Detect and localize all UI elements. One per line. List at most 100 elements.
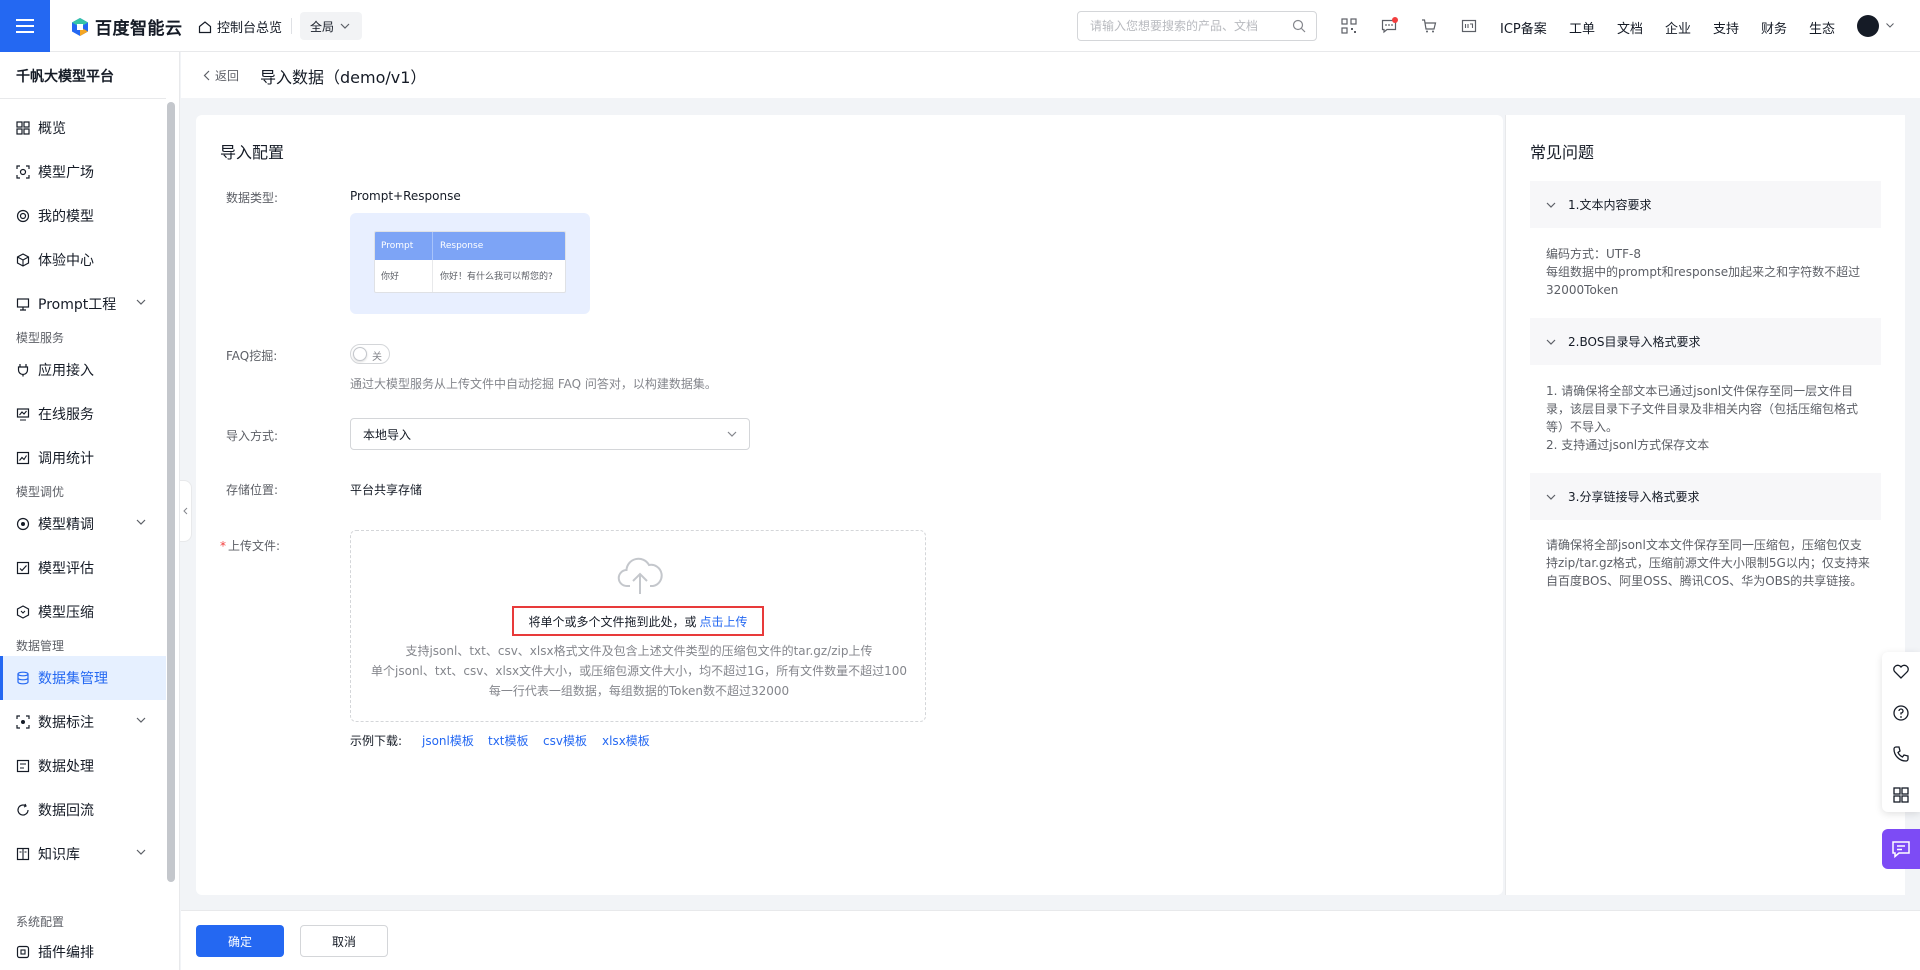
faq-line: 2. 支持通过jsonl方式保存文本 xyxy=(1546,438,1710,452)
sidebar-title: 千帆大模型平台 xyxy=(16,69,114,85)
section-title: 导入配置 xyxy=(220,143,285,162)
billing-icon[interactable] xyxy=(1459,16,1479,36)
nav-link-ecosystem[interactable]: 生态 xyxy=(1809,18,1835,37)
chevron-down-icon xyxy=(727,431,737,437)
annotate-icon xyxy=(16,715,30,729)
preview-head-prompt: Prompt xyxy=(375,232,433,260)
chevron-down-icon xyxy=(1546,339,1556,345)
nav-link-ticket[interactable]: 工单 xyxy=(1569,18,1595,37)
sidebar-item-online-service[interactable]: 在线服务 xyxy=(0,392,166,436)
sidebar-item-label: 体验中心 xyxy=(38,253,94,269)
file-upload-dropzone[interactable]: 将单个或多个文件拖到此处，或 点击上传 支持jsonl、txt、csv、xlsx格… xyxy=(350,530,926,722)
sidebar-item-model-square[interactable]: 模型广场 xyxy=(0,150,166,194)
sidebar-item-label: 模型压缩 xyxy=(38,605,94,621)
nav-link-docs[interactable]: 文档 xyxy=(1617,18,1643,37)
sidebar-item-app-access[interactable]: 应用接入 xyxy=(0,348,166,392)
sidebar-item-my-models[interactable]: 我的模型 xyxy=(0,194,166,238)
menu-button[interactable] xyxy=(0,0,50,52)
sidebar-item-dataset-management[interactable]: 数据集管理 xyxy=(0,656,166,700)
faq-mining-toggle[interactable]: 关 xyxy=(350,344,390,364)
faq-item-bos-format[interactable]: 2.BOS目录导入格式要求 xyxy=(1530,318,1881,365)
nav-divider xyxy=(291,18,292,34)
import-method-select[interactable]: 本地导入 xyxy=(350,418,750,450)
avatar-chevron-down-icon[interactable] xyxy=(1886,23,1894,28)
chevron-left-icon xyxy=(183,507,188,515)
hamburger-icon xyxy=(16,19,34,33)
sidebar-item-experience-center[interactable]: 体验中心 xyxy=(0,238,166,282)
faq-line: 每组数据中的prompt和response加起来之和字符数不超过 xyxy=(1546,265,1861,279)
chat-support-button[interactable] xyxy=(1882,829,1920,869)
sidebar-item-plugin-orchestration[interactable]: 插件编排 xyxy=(0,930,166,970)
sidebar-item-model-compression[interactable]: 模型压缩 xyxy=(0,590,166,634)
brand-logo[interactable]: 百度智能云 xyxy=(70,14,183,39)
confirm-button[interactable]: 确定 xyxy=(196,925,284,957)
faq-item-head: 1.文本内容要求 xyxy=(1568,198,1652,212)
sidebar-collapse-handle[interactable] xyxy=(180,480,192,542)
sidebar-item-data-annotation[interactable]: 数据标注 xyxy=(0,700,166,744)
sidebar-item-overview[interactable]: 概览 xyxy=(0,106,166,150)
sidebar-scrollbar[interactable] xyxy=(167,102,175,882)
region-value: 全局 xyxy=(310,19,335,34)
required-mark: * xyxy=(220,539,226,553)
nav-link-icp[interactable]: ICP备案 xyxy=(1500,18,1547,37)
faq-item-text-requirements[interactable]: 1.文本内容要求 xyxy=(1530,181,1881,228)
faq-line: 请确保将全部jsonl文本文件保存至同一压缩包，压缩包仅支 xyxy=(1546,538,1862,552)
sidebar-item-data-processing[interactable]: 数据处理 xyxy=(0,744,166,788)
preview-table: Prompt Response 你好 你好！有什么我可以帮您的? xyxy=(374,231,566,293)
sidebar-item-label: 知识库 xyxy=(38,847,80,863)
console-overview-link[interactable]: 控制台总览 xyxy=(198,17,282,36)
heart-icon[interactable] xyxy=(1892,663,1910,681)
nav-link-finance[interactable]: 财务 xyxy=(1761,18,1787,37)
import-method-label: 导入方式: xyxy=(226,429,279,443)
upload-tip-format: 支持jsonl、txt、csv、xlsx格式文件及包含上述文件类型的压缩包文件的… xyxy=(405,644,873,658)
sidebar-item-label: 概览 xyxy=(38,121,66,137)
sidebar-item-label: 数据集管理 xyxy=(38,671,108,687)
search-icon[interactable] xyxy=(1292,19,1306,33)
phone-icon[interactable] xyxy=(1892,745,1910,763)
toggle-text: 关 xyxy=(372,352,382,363)
data-type-preview[interactable]: Prompt Response 你好 你好！有什么我可以帮您的? xyxy=(350,213,590,314)
sidebar-item-fine-tuning[interactable]: 模型精调 xyxy=(0,502,166,546)
sidebar-item-call-stats[interactable]: 调用统计 xyxy=(0,436,166,480)
cart-icon[interactable] xyxy=(1419,16,1439,36)
sidebar: 千帆大模型平台 概览 模型广场 我的模型 体验中心 Prompt工程 模型服务 … xyxy=(0,52,180,970)
csv-template-link[interactable]: csv模板 xyxy=(543,732,587,749)
nav-link-support[interactable]: 支持 xyxy=(1713,18,1739,37)
sidebar-item-data-reflow[interactable]: 数据回流 xyxy=(0,788,166,832)
sidebar-item-model-evaluation[interactable]: 模型评估 xyxy=(0,546,166,590)
sidebar-item-label: 数据处理 xyxy=(38,759,94,775)
qrcode-icon[interactable] xyxy=(1339,16,1359,36)
chevron-down-icon xyxy=(136,717,146,723)
faq-item-head: 3.分享链接导入格式要求 xyxy=(1568,490,1700,504)
user-avatar[interactable] xyxy=(1857,15,1879,37)
region-select[interactable]: 全局 xyxy=(300,12,362,40)
apps-icon[interactable] xyxy=(1892,786,1910,804)
faq-item-share-link-format[interactable]: 3.分享链接导入格式要求 xyxy=(1530,473,1881,520)
back-link[interactable]: 返回 xyxy=(203,67,239,84)
chevron-down-icon xyxy=(136,849,146,855)
global-search[interactable] xyxy=(1077,11,1317,41)
help-icon[interactable] xyxy=(1892,704,1910,722)
chart-icon xyxy=(16,451,30,465)
preview-head-response: Response xyxy=(440,241,484,251)
sidebar-item-knowledge-base[interactable]: 知识库 xyxy=(0,832,166,876)
preview-cell-response: 你好！有什么我可以帮您的? xyxy=(440,272,553,282)
message-icon[interactable] xyxy=(1379,16,1399,36)
faq-line: 等）不导入。 xyxy=(1546,420,1619,434)
import-config-card: 导入配置 数据类型: Prompt+Response Prompt Respon… xyxy=(196,115,1503,895)
chevron-down-icon xyxy=(136,299,146,305)
storage-location-value: 平台共享存储 xyxy=(350,483,423,497)
click-upload-link[interactable]: 点击上传 xyxy=(700,613,748,630)
sidebar-item-label: 模型评估 xyxy=(38,561,94,577)
monitor-icon xyxy=(16,408,30,421)
jsonl-template-link[interactable]: jsonl模板 xyxy=(422,732,474,749)
search-input[interactable] xyxy=(1090,19,1290,33)
sidebar-item-prompt-engineering[interactable]: Prompt工程 xyxy=(0,282,166,326)
cancel-button[interactable]: 取消 xyxy=(300,925,388,957)
sidebar-item-label: 数据标注 xyxy=(38,715,94,731)
sidebar-item-label: 我的模型 xyxy=(38,209,94,225)
txt-template-link[interactable]: txt模板 xyxy=(488,732,529,749)
nav-link-enterprise[interactable]: 企业 xyxy=(1665,18,1691,37)
upload-instruction: 将单个或多个文件拖到此处，或 点击上传 xyxy=(512,606,764,636)
xlsx-template-link[interactable]: xlsx模板 xyxy=(602,732,650,749)
